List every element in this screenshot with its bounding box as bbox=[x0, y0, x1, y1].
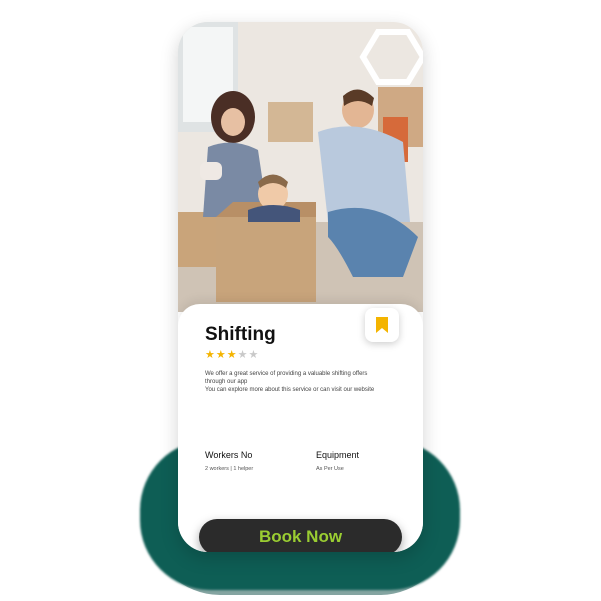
description-line: through our app bbox=[205, 379, 248, 385]
star-icon: ★ bbox=[226, 349, 238, 361]
family-moving-photo bbox=[178, 22, 423, 312]
book-now-button[interactable]: Book Now bbox=[199, 519, 402, 552]
star-icon: ★ bbox=[205, 349, 216, 361]
star-icon: ★ bbox=[215, 349, 227, 361]
rating-stars: ★★★★★ bbox=[205, 348, 259, 361]
bookmark-icon bbox=[376, 317, 388, 333]
service-details-panel: Shifting ★★★★★ We offer a great service … bbox=[178, 304, 423, 552]
workers-value: 2 workers | 1 helper bbox=[205, 466, 254, 472]
service-title: Shifting bbox=[205, 324, 276, 345]
workers-info: Workers No 2 workers | 1 helper bbox=[205, 450, 253, 472]
description-line: We offer a great service of providing a … bbox=[205, 371, 368, 377]
service-description: We offer a great service of providing a … bbox=[205, 370, 405, 394]
bookmark-button[interactable] bbox=[365, 308, 399, 342]
equipment-info: Equipment As Per Use bbox=[316, 450, 359, 472]
equipment-value: As Per Use bbox=[316, 466, 344, 472]
hero-image bbox=[178, 22, 423, 312]
star-icon: ★ bbox=[237, 349, 249, 361]
phone-card: Shifting ★★★★★ We offer a great service … bbox=[178, 22, 423, 552]
equipment-label: Equipment bbox=[316, 450, 360, 460]
star-icon: ★ bbox=[248, 349, 260, 361]
description-line: You can explore more about this service … bbox=[205, 387, 375, 393]
workers-label: Workers No bbox=[205, 450, 253, 460]
